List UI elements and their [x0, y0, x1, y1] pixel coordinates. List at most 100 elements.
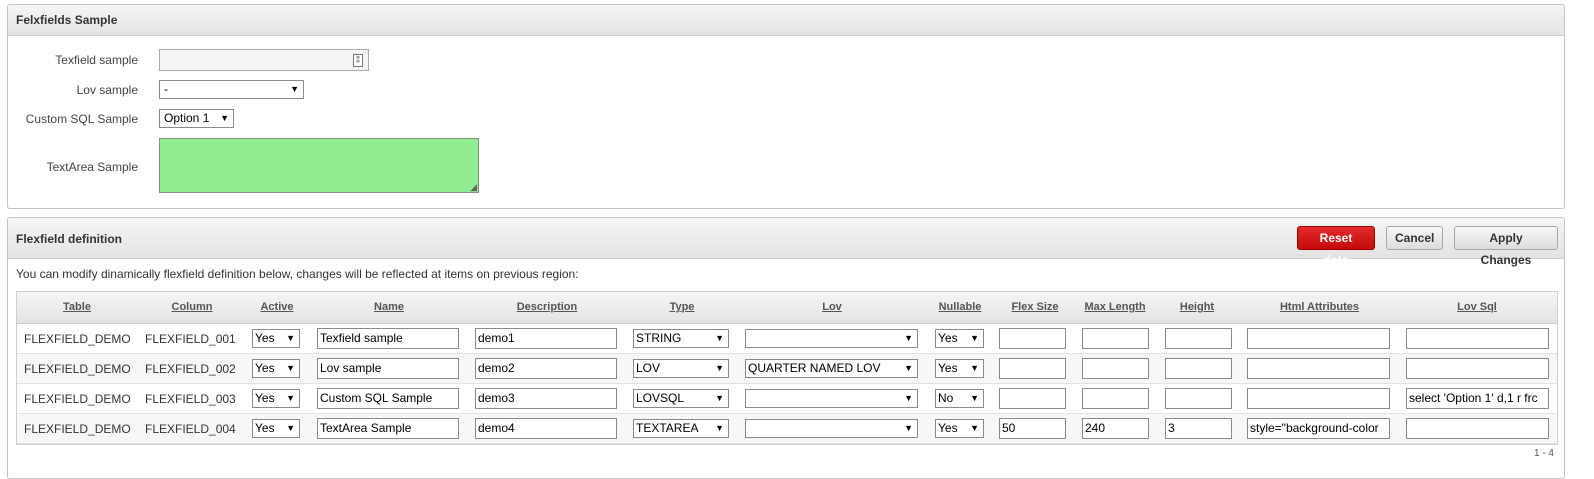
height-input[interactable] — [1165, 328, 1232, 349]
reset-data-button[interactable]: Reset data — [1297, 226, 1375, 267]
height-input[interactable]: 3 — [1165, 418, 1232, 439]
type-select[interactable]: LOVSQL ▼ — [633, 389, 729, 408]
lov-select[interactable]: ▼ — [745, 329, 918, 348]
chevron-down-icon: ▼ — [220, 113, 229, 123]
chevron-down-icon: ▼ — [904, 423, 913, 433]
textfield-value[interactable] — [160, 50, 348, 70]
html-attributes-input[interactable] — [1247, 358, 1390, 379]
chevron-down-icon: ▼ — [904, 393, 913, 403]
flexfield-definition-region: Flexfield definition Reset data Cancel A… — [7, 217, 1565, 479]
cell-table: FLEXFIELD_DEMO — [24, 362, 131, 376]
flexfield-grid: Table Column Active Name Description Typ… — [16, 291, 1558, 445]
lov-select[interactable]: ▼ — [745, 389, 918, 408]
chevron-down-icon: ▼ — [970, 423, 979, 433]
info-text: You can modify dinamically flexfield def… — [16, 267, 579, 281]
height-input[interactable] — [1165, 388, 1232, 409]
popup-icon[interactable]: ⁑ — [353, 54, 363, 67]
description-input[interactable]: demo2 — [475, 358, 617, 379]
flex-size-input[interactable]: 50 — [999, 418, 1066, 439]
lov-sql-input[interactable] — [1406, 418, 1549, 439]
textfield-input[interactable]: ⁑ — [159, 49, 369, 71]
col-header-nullable[interactable]: Nullable — [935, 301, 985, 313]
type-select[interactable]: STRING ▼ — [633, 329, 729, 348]
name-input[interactable]: Texfield sample — [317, 328, 459, 349]
html-attributes-input[interactable] — [1247, 388, 1390, 409]
lov-select[interactable]: - ▼ — [159, 80, 304, 99]
table-row: FLEXFIELD_DEMO FLEXFIELD_003 Yes ▼ Custom… — [17, 384, 1557, 414]
textarea-input[interactable]: ◢ — [159, 138, 479, 193]
textarea-label: TextArea Sample — [46, 160, 138, 174]
textfield-label: Texfield sample — [55, 53, 138, 67]
col-header-lov-sql[interactable]: Lov Sql — [1452, 301, 1502, 313]
html-attributes-input[interactable]: style="background-color — [1247, 418, 1390, 439]
chevron-down-icon: ▼ — [970, 363, 979, 373]
nullable-select[interactable]: Yes ▼ — [935, 419, 984, 438]
html-attributes-input[interactable] — [1247, 328, 1390, 349]
cell-table: FLEXFIELD_DEMO — [24, 392, 131, 406]
lov-sql-input[interactable] — [1406, 328, 1549, 349]
chevron-down-icon: ▼ — [904, 363, 913, 373]
chevron-down-icon: ▼ — [715, 393, 724, 403]
cell-column: FLEXFIELD_004 — [145, 422, 236, 436]
max-length-input[interactable] — [1082, 388, 1149, 409]
description-input[interactable]: demo3 — [475, 388, 617, 409]
col-header-html-attributes[interactable]: Html Attributes — [1272, 301, 1367, 313]
type-select[interactable]: TEXTAREA ▼ — [633, 419, 729, 438]
name-input[interactable]: TextArea Sample — [317, 418, 459, 439]
max-length-input[interactable] — [1082, 358, 1149, 379]
custom-sql-select-value: Option 1 — [164, 111, 210, 125]
chevron-down-icon: ▼ — [715, 363, 724, 373]
col-header-height[interactable]: Height — [1177, 301, 1217, 313]
description-input[interactable]: demo4 — [475, 418, 617, 439]
resize-grip-icon[interactable]: ◢ — [470, 183, 477, 192]
chevron-down-icon: ▼ — [286, 363, 295, 373]
lov-sql-input[interactable] — [1406, 358, 1549, 379]
lov-sql-input[interactable]: select 'Option 1' d,1 r frc — [1406, 388, 1549, 409]
active-select[interactable]: Yes ▼ — [252, 329, 300, 348]
col-header-flex-size[interactable]: Flex Size — [1005, 301, 1065, 313]
custom-sql-select[interactable]: Option 1 ▼ — [159, 109, 234, 128]
chevron-down-icon: ▼ — [715, 333, 724, 343]
chevron-down-icon: ▼ — [286, 393, 295, 403]
active-select[interactable]: Yes ▼ — [252, 419, 300, 438]
active-select[interactable]: Yes ▼ — [252, 389, 300, 408]
chevron-down-icon: ▼ — [290, 84, 299, 94]
lov-select[interactable]: QUARTER NAMED LOV ▼ — [745, 359, 918, 378]
region-header: Felxfields Sample — [8, 5, 1564, 36]
cell-table: FLEXFIELD_DEMO — [24, 422, 131, 436]
col-header-column[interactable]: Column — [162, 301, 222, 313]
table-row: FLEXFIELD_DEMO FLEXFIELD_004 Yes ▼ TextAr… — [17, 414, 1557, 444]
col-header-name[interactable]: Name — [367, 301, 411, 313]
active-select[interactable]: Yes ▼ — [252, 359, 300, 378]
type-select[interactable]: LOV ▼ — [633, 359, 729, 378]
col-header-type[interactable]: Type — [662, 301, 702, 313]
nullable-select[interactable]: Yes ▼ — [935, 329, 984, 348]
flex-size-input[interactable] — [999, 358, 1066, 379]
col-header-description[interactable]: Description — [507, 301, 587, 313]
apply-changes-button[interactable]: Apply Changes — [1454, 226, 1558, 267]
chevron-down-icon: ▼ — [904, 333, 913, 343]
pagination: 1 - 4 — [1533, 448, 1554, 459]
col-header-active[interactable]: Active — [255, 301, 299, 313]
chevron-down-icon: ▼ — [970, 393, 979, 403]
lov-select[interactable]: ▼ — [745, 419, 918, 438]
name-input[interactable]: Custom SQL Sample — [317, 388, 459, 409]
chevron-down-icon: ▼ — [970, 333, 979, 343]
region-title: Flexfield definition — [16, 232, 123, 246]
table-row: FLEXFIELD_DEMO FLEXFIELD_002 Yes ▼ Lov sa… — [17, 354, 1557, 384]
max-length-input[interactable] — [1082, 328, 1149, 349]
height-input[interactable] — [1165, 358, 1232, 379]
col-header-lov[interactable]: Lov — [817, 301, 847, 313]
col-header-max-length[interactable]: Max Length — [1080, 301, 1150, 313]
name-input[interactable]: Lov sample — [317, 358, 459, 379]
max-length-input[interactable]: 240 — [1082, 418, 1149, 439]
table-row: FLEXFIELD_DEMO FLEXFIELD_001 Yes ▼ Texfie… — [17, 324, 1557, 354]
flex-size-input[interactable] — [999, 388, 1066, 409]
grid-header: Table Column Active Name Description Typ… — [17, 292, 1557, 324]
col-header-table[interactable]: Table — [57, 301, 97, 313]
nullable-select[interactable]: Yes ▼ — [935, 359, 984, 378]
cancel-button[interactable]: Cancel — [1386, 226, 1443, 250]
flex-size-input[interactable] — [999, 328, 1066, 349]
description-input[interactable]: demo1 — [475, 328, 617, 349]
nullable-select[interactable]: No ▼ — [935, 389, 984, 408]
